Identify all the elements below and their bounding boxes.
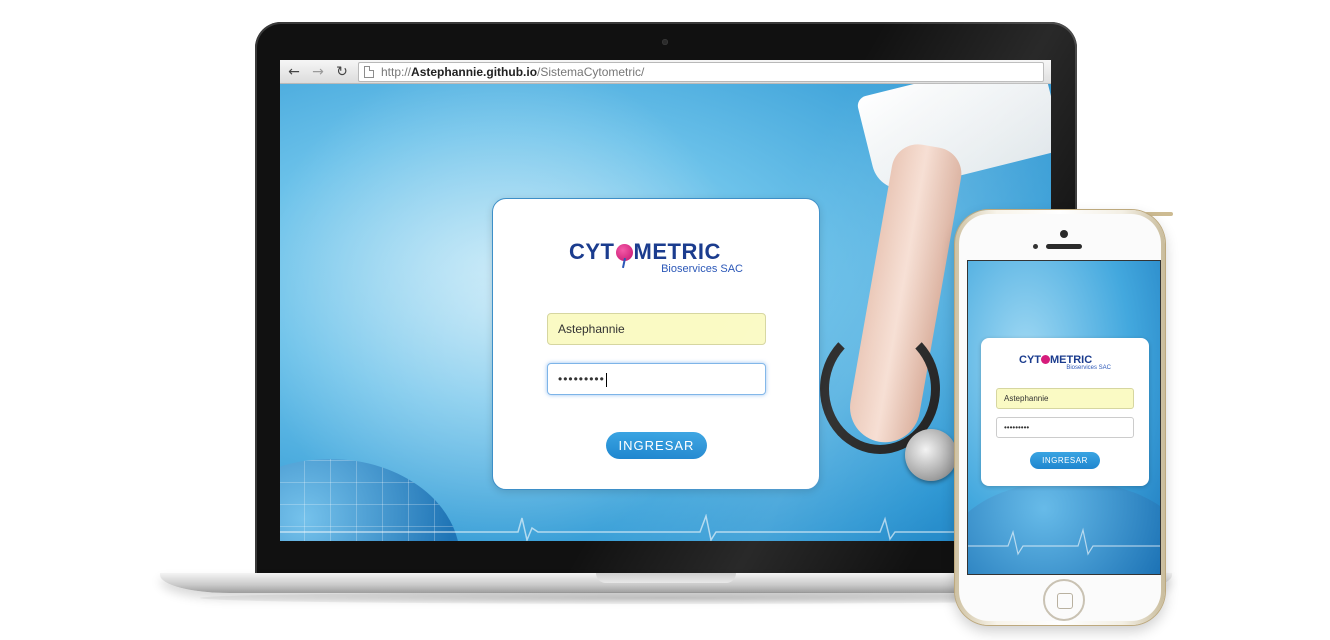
back-arrow-icon[interactable]: ← [285,63,303,81]
logo-text-end: METRIC [633,239,721,264]
logo-mark-icon [615,244,633,261]
login-card: CYT METRIC Bioservices SAC Astephannie ••… [492,198,820,490]
phone-login-button[interactable]: INGRESAR [1030,452,1100,469]
password-input[interactable]: ••••••••• [547,363,766,395]
phone-logo-text-start: CYT [1019,354,1041,366]
heartbeat-line [280,514,1051,541]
phone-login-card: CYT METRIC Bioservices SAC Astephannie ••… [981,338,1149,486]
address-bar[interactable]: http://Astephannie.github.io/SistemaCyto… [358,62,1044,82]
reload-icon[interactable]: ↻ [333,63,351,81]
browser-toolbar: ← → ↻ http://Astephannie.github.io/Siste… [280,60,1051,84]
laptop-opening-notch [596,573,736,583]
camera-icon [662,39,668,45]
earpiece-speaker [1046,244,1082,249]
phone-cytometric-logo: CYT METRIC Bioservices SAC [1019,354,1119,376]
phone-logo-subtitle: Bioservices SAC [1066,365,1111,371]
logo-text-start: CYT [569,239,615,264]
url-prefix: http:// [381,65,412,79]
logo-wordmark: CYT METRIC [569,239,721,265]
cytometric-logo: CYT METRIC Bioservices SAC [569,239,749,279]
forward-arrow-icon[interactable]: → [309,63,327,81]
webpage-background: CYT METRIC Bioservices SAC Astephannie ••… [280,84,1051,541]
login-button[interactable]: INGRESAR [606,432,707,459]
phone-front: CYT METRIC Bioservices SAC Astephannie ••… [959,214,1161,621]
front-camera-icon [1060,230,1068,238]
url-text: http://Astephannie.github.io/SistemaCyto… [381,65,644,80]
url-path: /SistemaCytometric/ [537,65,645,79]
phone-heartbeat-line [968,527,1160,556]
phone-logo-mark-icon [1041,355,1050,364]
home-button[interactable] [1043,579,1085,621]
password-mask: ••••••••• [558,372,605,386]
phone-username-input[interactable]: Astephannie [996,388,1134,409]
text-caret [605,372,607,387]
laptop-screen: ← → ↻ http://Astephannie.github.io/Siste… [280,60,1051,541]
url-host: Astephannie.github.io [411,65,538,79]
laptop-lid: ← → ↻ http://Astephannie.github.io/Siste… [255,22,1077,577]
logo-subtitle: Bioservices SAC [661,263,743,275]
stethoscope-chestpiece [905,429,957,481]
page-icon [364,66,374,78]
device-mockup: ← → ↻ http://Astephannie.github.io/Siste… [0,0,1330,640]
phone-screen: CYT METRIC Bioservices SAC Astephannie ••… [967,260,1161,575]
phone: CYT METRIC Bioservices SAC Astephannie ••… [955,210,1165,625]
username-input[interactable]: Astephannie [547,313,766,345]
phone-password-input[interactable]: ••••••••• [996,417,1134,438]
proximity-sensor [1033,244,1038,249]
